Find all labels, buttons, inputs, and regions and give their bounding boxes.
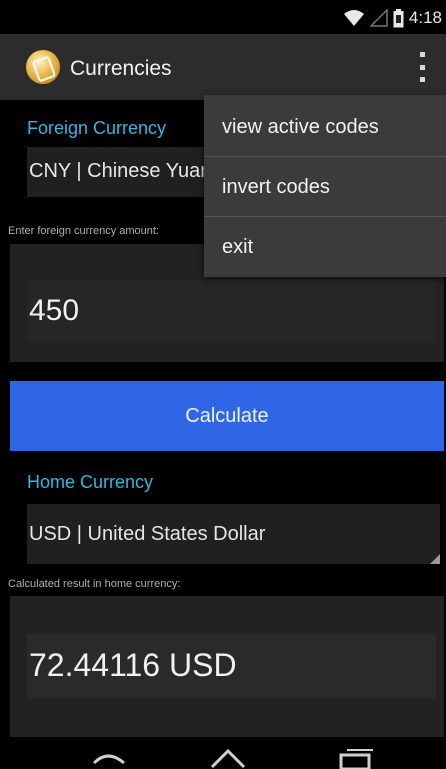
- overflow-menu-icon[interactable]: [410, 52, 434, 82]
- foreign-amount-value: 450: [29, 294, 80, 327]
- result-value: 72.44116 USD: [29, 647, 237, 683]
- status-bar: 4:18: [0, 0, 446, 34]
- battery-icon: [393, 8, 404, 27]
- foreign-amount-hint: Enter foreign currency amount:: [8, 225, 160, 237]
- calculate-button[interactable]: Calculate: [10, 381, 444, 451]
- home-currency-value: USD | United States Dollar: [29, 523, 266, 545]
- home-currency-label: Home Currency: [27, 472, 154, 492]
- menu-item-view-active-codes[interactable]: view active codes: [204, 97, 446, 157]
- spinner-arrow-icon: [430, 554, 440, 564]
- menu-item-invert-codes[interactable]: invert codes: [204, 157, 446, 217]
- status-time: 4:18: [408, 8, 442, 27]
- result-hint: Calculated result in home currency:: [8, 578, 181, 590]
- action-bar: [0, 34, 446, 100]
- foreign-currency-value: CNY | Chinese Yuan: [29, 160, 212, 182]
- overflow-menu: view active codes invert codes exit: [204, 95, 446, 277]
- menu-item-exit[interactable]: exit: [204, 217, 446, 277]
- recents-icon[interactable]: [335, 747, 375, 769]
- wifi-icon: [343, 10, 364, 26]
- status-icons: 4:18: [343, 8, 442, 28]
- home-currency-spinner[interactable]: USD | United States Dollar: [27, 504, 440, 564]
- foreign-amount-input[interactable]: 450: [27, 280, 436, 342]
- signal-icon: [369, 9, 388, 27]
- back-icon[interactable]: [88, 749, 128, 769]
- home-icon[interactable]: [208, 745, 248, 769]
- foreign-currency-label: Foreign Currency: [27, 118, 167, 138]
- navigation-bar: [0, 741, 446, 769]
- result-field: 72.44116 USD: [27, 634, 436, 698]
- result-container: 72.44116 USD: [10, 596, 444, 737]
- app-title: Currencies: [70, 57, 172, 80]
